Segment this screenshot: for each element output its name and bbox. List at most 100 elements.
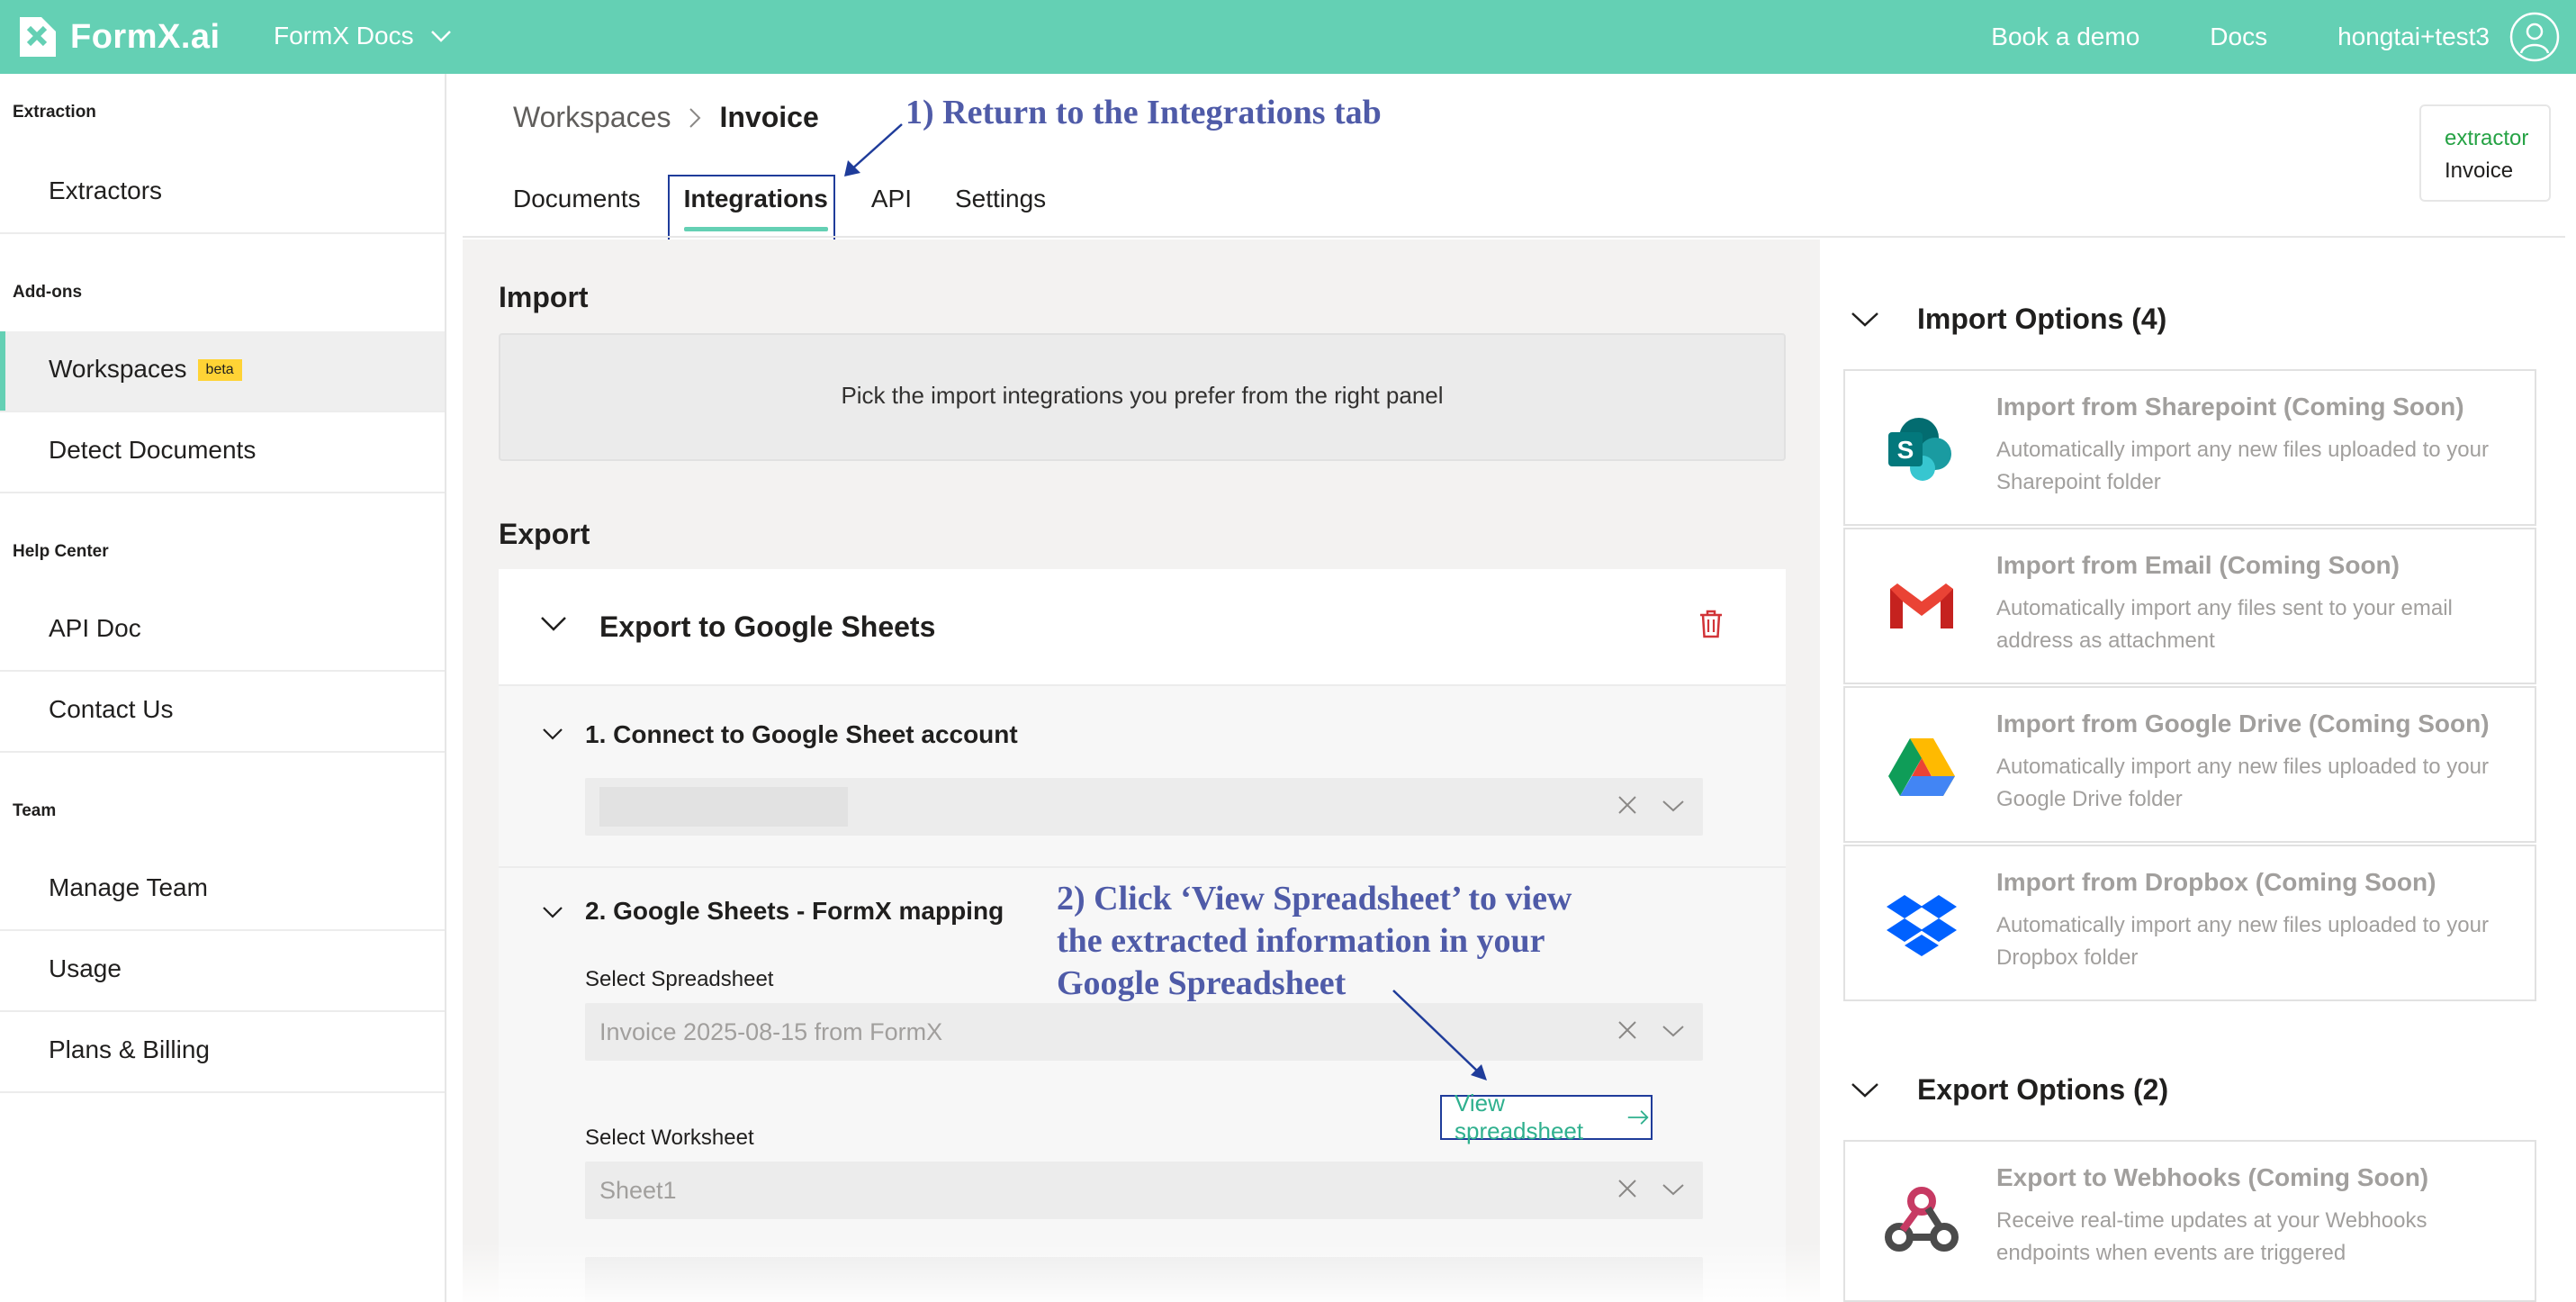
clear-icon[interactable]	[1617, 794, 1638, 816]
sidebar-item-label: Extractors	[49, 176, 163, 204]
import-placeholder-box: Pick the import integrations you prefer …	[499, 333, 1786, 461]
gmail-icon	[1890, 583, 1953, 628]
breadcrumb: Workspaces Invoice	[513, 101, 819, 134]
annotation-step-2-line-1: 2) Click ‘View Spreadsheet’ to view	[1057, 880, 1572, 918]
export-option-webhooks[interactable]: Export to Webhooks (Coming Soon) Receive…	[1843, 1140, 2536, 1302]
spreadsheet-select[interactable]: Invoice 2025-08-15 from FormX	[585, 1003, 1703, 1061]
sidebar-item-label: Workspaces	[49, 355, 187, 383]
extractor-label: extractor	[2445, 126, 2529, 150]
step1-title: 1. Connect to Google Sheet account	[585, 720, 1018, 748]
sidebar-item-label: Manage Team	[49, 873, 208, 901]
tab-documents[interactable]: Documents	[513, 185, 641, 213]
export-card-title: Export to Google Sheets	[599, 610, 936, 643]
option-title: Import from Sharepoint (Coming Soon)	[1996, 393, 2464, 420]
sharepoint-icon: S	[1888, 418, 1951, 481]
export-section-title: Export	[499, 518, 590, 550]
breadcrumb-current: Invoice	[719, 101, 819, 133]
book-demo-link[interactable]: Book a demo	[1991, 23, 2139, 51]
step2-title: 2. Google Sheets - FormX mapping	[585, 897, 1004, 925]
trash-icon[interactable]	[1698, 609, 1725, 639]
sidebar-item-label: API Doc	[49, 614, 141, 642]
chevron-down-icon[interactable]	[542, 906, 563, 918]
extractor-info-card: extractor Invoice	[2419, 104, 2551, 202]
sidebar-item-extractors[interactable]: Extractors	[0, 153, 445, 234]
option-description: Automatically import any new files uploa…	[1996, 755, 2489, 811]
avatar-icon[interactable]	[2509, 12, 2560, 62]
sidebar-heading-team: Team	[13, 801, 57, 820]
option-title: Export to Webhooks (Coming Soon)	[1996, 1163, 2429, 1191]
clear-icon[interactable]	[1617, 1019, 1638, 1041]
top-navigation-bar: FormX.ai FormX Docs Book a demo Docs hon…	[0, 0, 2576, 74]
breadcrumb-workspaces[interactable]: Workspaces	[513, 101, 671, 134]
spreadsheet-value: Invoice 2025-08-15 from FormX	[599, 1018, 943, 1045]
import-options-header[interactable]: Import Options (4)	[1851, 303, 2166, 336]
worksheet-select[interactable]: Sheet1	[585, 1162, 1703, 1219]
bottom-fade	[463, 1243, 1820, 1302]
import-option-dropbox[interactable]: Import from Dropbox (Coming Soon) Automa…	[1843, 845, 2536, 1001]
svg-text:S: S	[1897, 436, 1914, 464]
option-description: Automatically import any files sent to y…	[1996, 596, 2453, 653]
chevron-right-icon	[689, 107, 701, 129]
extractor-name: Invoice	[2445, 158, 2514, 183]
sidebar-item-label: Plans & Billing	[49, 1035, 210, 1063]
sidebar-item-label: Usage	[49, 954, 122, 982]
brand-name: FormX.ai	[70, 17, 221, 56]
spreadsheet-label: Select Spreadsheet	[585, 967, 774, 991]
export-card-header[interactable]: Export to Google Sheets	[499, 569, 1786, 686]
chevron-down-icon[interactable]	[1662, 1183, 1685, 1196]
sidebar-item-label: Detect Documents	[49, 436, 257, 464]
import-option-email[interactable]: Import from Email (Coming Soon) Automati…	[1843, 528, 2536, 684]
chevron-down-icon[interactable]	[1662, 1025, 1685, 1037]
sidebar-heading-extraction: Extraction	[13, 103, 96, 122]
worksheet-value: Sheet1	[599, 1177, 677, 1204]
chevron-down-icon[interactable]	[540, 616, 567, 632]
export-options-header[interactable]: Export Options (2)	[1851, 1073, 2168, 1107]
option-title: Import from Dropbox (Coming Soon)	[1996, 868, 2436, 896]
import-placeholder-text: Pick the import integrations you prefer …	[841, 382, 1444, 409]
view-spreadsheet-label: View spreadsheet	[1455, 1090, 1584, 1144]
arrow-right-icon	[1627, 1110, 1649, 1125]
docs-dropdown-label: FormX Docs	[274, 22, 414, 50]
google-account-select[interactable]	[585, 778, 1703, 836]
sidebar-item-contact-us[interactable]: Contact Us	[0, 672, 445, 753]
header-divider	[463, 236, 2565, 238]
import-option-google-drive[interactable]: Import from Google Drive (Coming Soon) A…	[1843, 686, 2536, 843]
tab-settings[interactable]: Settings	[955, 185, 1046, 213]
sidebar-item-label: Contact Us	[49, 695, 174, 723]
step-connect-account: 1. Connect to Google Sheet account	[499, 686, 1786, 868]
docs-dropdown[interactable]: FormX Docs	[274, 18, 452, 54]
annotation-arrow-2-icon	[1392, 990, 1487, 1080]
chevron-down-icon[interactable]	[542, 728, 563, 740]
sidebar-item-manage-team[interactable]: Manage Team	[0, 850, 445, 931]
sidebar-item-api-doc[interactable]: API Doc	[0, 591, 445, 672]
annotation-step-2-line-2: the extracted information in your	[1057, 922, 1545, 960]
import-options-title: Import Options (4)	[1917, 303, 2167, 335]
tab-api[interactable]: API	[871, 185, 912, 213]
sidebar-heading-add-ons: Add-ons	[13, 283, 83, 302]
annotation-step-2-line-3: Google Spreadsheet	[1057, 964, 1347, 1002]
chevron-down-icon[interactable]	[1662, 800, 1685, 812]
chevron-down-icon[interactable]	[1851, 312, 1879, 328]
sidebar-item-plans-billing[interactable]: Plans & Billing	[0, 1012, 445, 1093]
option-title: Import from Email (Coming Soon)	[1996, 551, 2400, 579]
sidebar-item-workspaces[interactable]: Workspaces beta	[0, 331, 445, 412]
sidebar-item-detect-documents[interactable]: Detect Documents	[0, 412, 445, 493]
clear-icon[interactable]	[1617, 1178, 1638, 1199]
option-description: Automatically import any new files uploa…	[1996, 438, 2489, 494]
worksheet-label: Select Worksheet	[585, 1126, 754, 1150]
user-name[interactable]: hongtai+test3	[2337, 23, 2490, 51]
docs-link[interactable]: Docs	[2210, 23, 2267, 51]
export-options-title: Export Options (2)	[1917, 1073, 2169, 1106]
annotation-step-1: 1) Return to the Integrations tab	[905, 94, 1382, 131]
option-description: Receive real-time updates at your Webhoo…	[1996, 1208, 2427, 1265]
import-option-sharepoint[interactable]: S Import from Sharepoint (Coming Soon) A…	[1843, 369, 2536, 526]
annotation-highlight-box	[668, 175, 835, 245]
sidebar-item-usage[interactable]: Usage	[0, 931, 445, 1012]
dropbox-icon	[1887, 895, 1957, 956]
view-spreadsheet-button[interactable]: View spreadsheet	[1440, 1090, 1653, 1144]
chevron-down-icon[interactable]	[1851, 1082, 1879, 1099]
formx-logo[interactable]: FormX.ai	[14, 9, 221, 65]
google-drive-icon	[1888, 738, 1955, 796]
annotation-arrow-1-icon	[844, 123, 903, 176]
webhooks-icon	[1885, 1187, 1959, 1252]
